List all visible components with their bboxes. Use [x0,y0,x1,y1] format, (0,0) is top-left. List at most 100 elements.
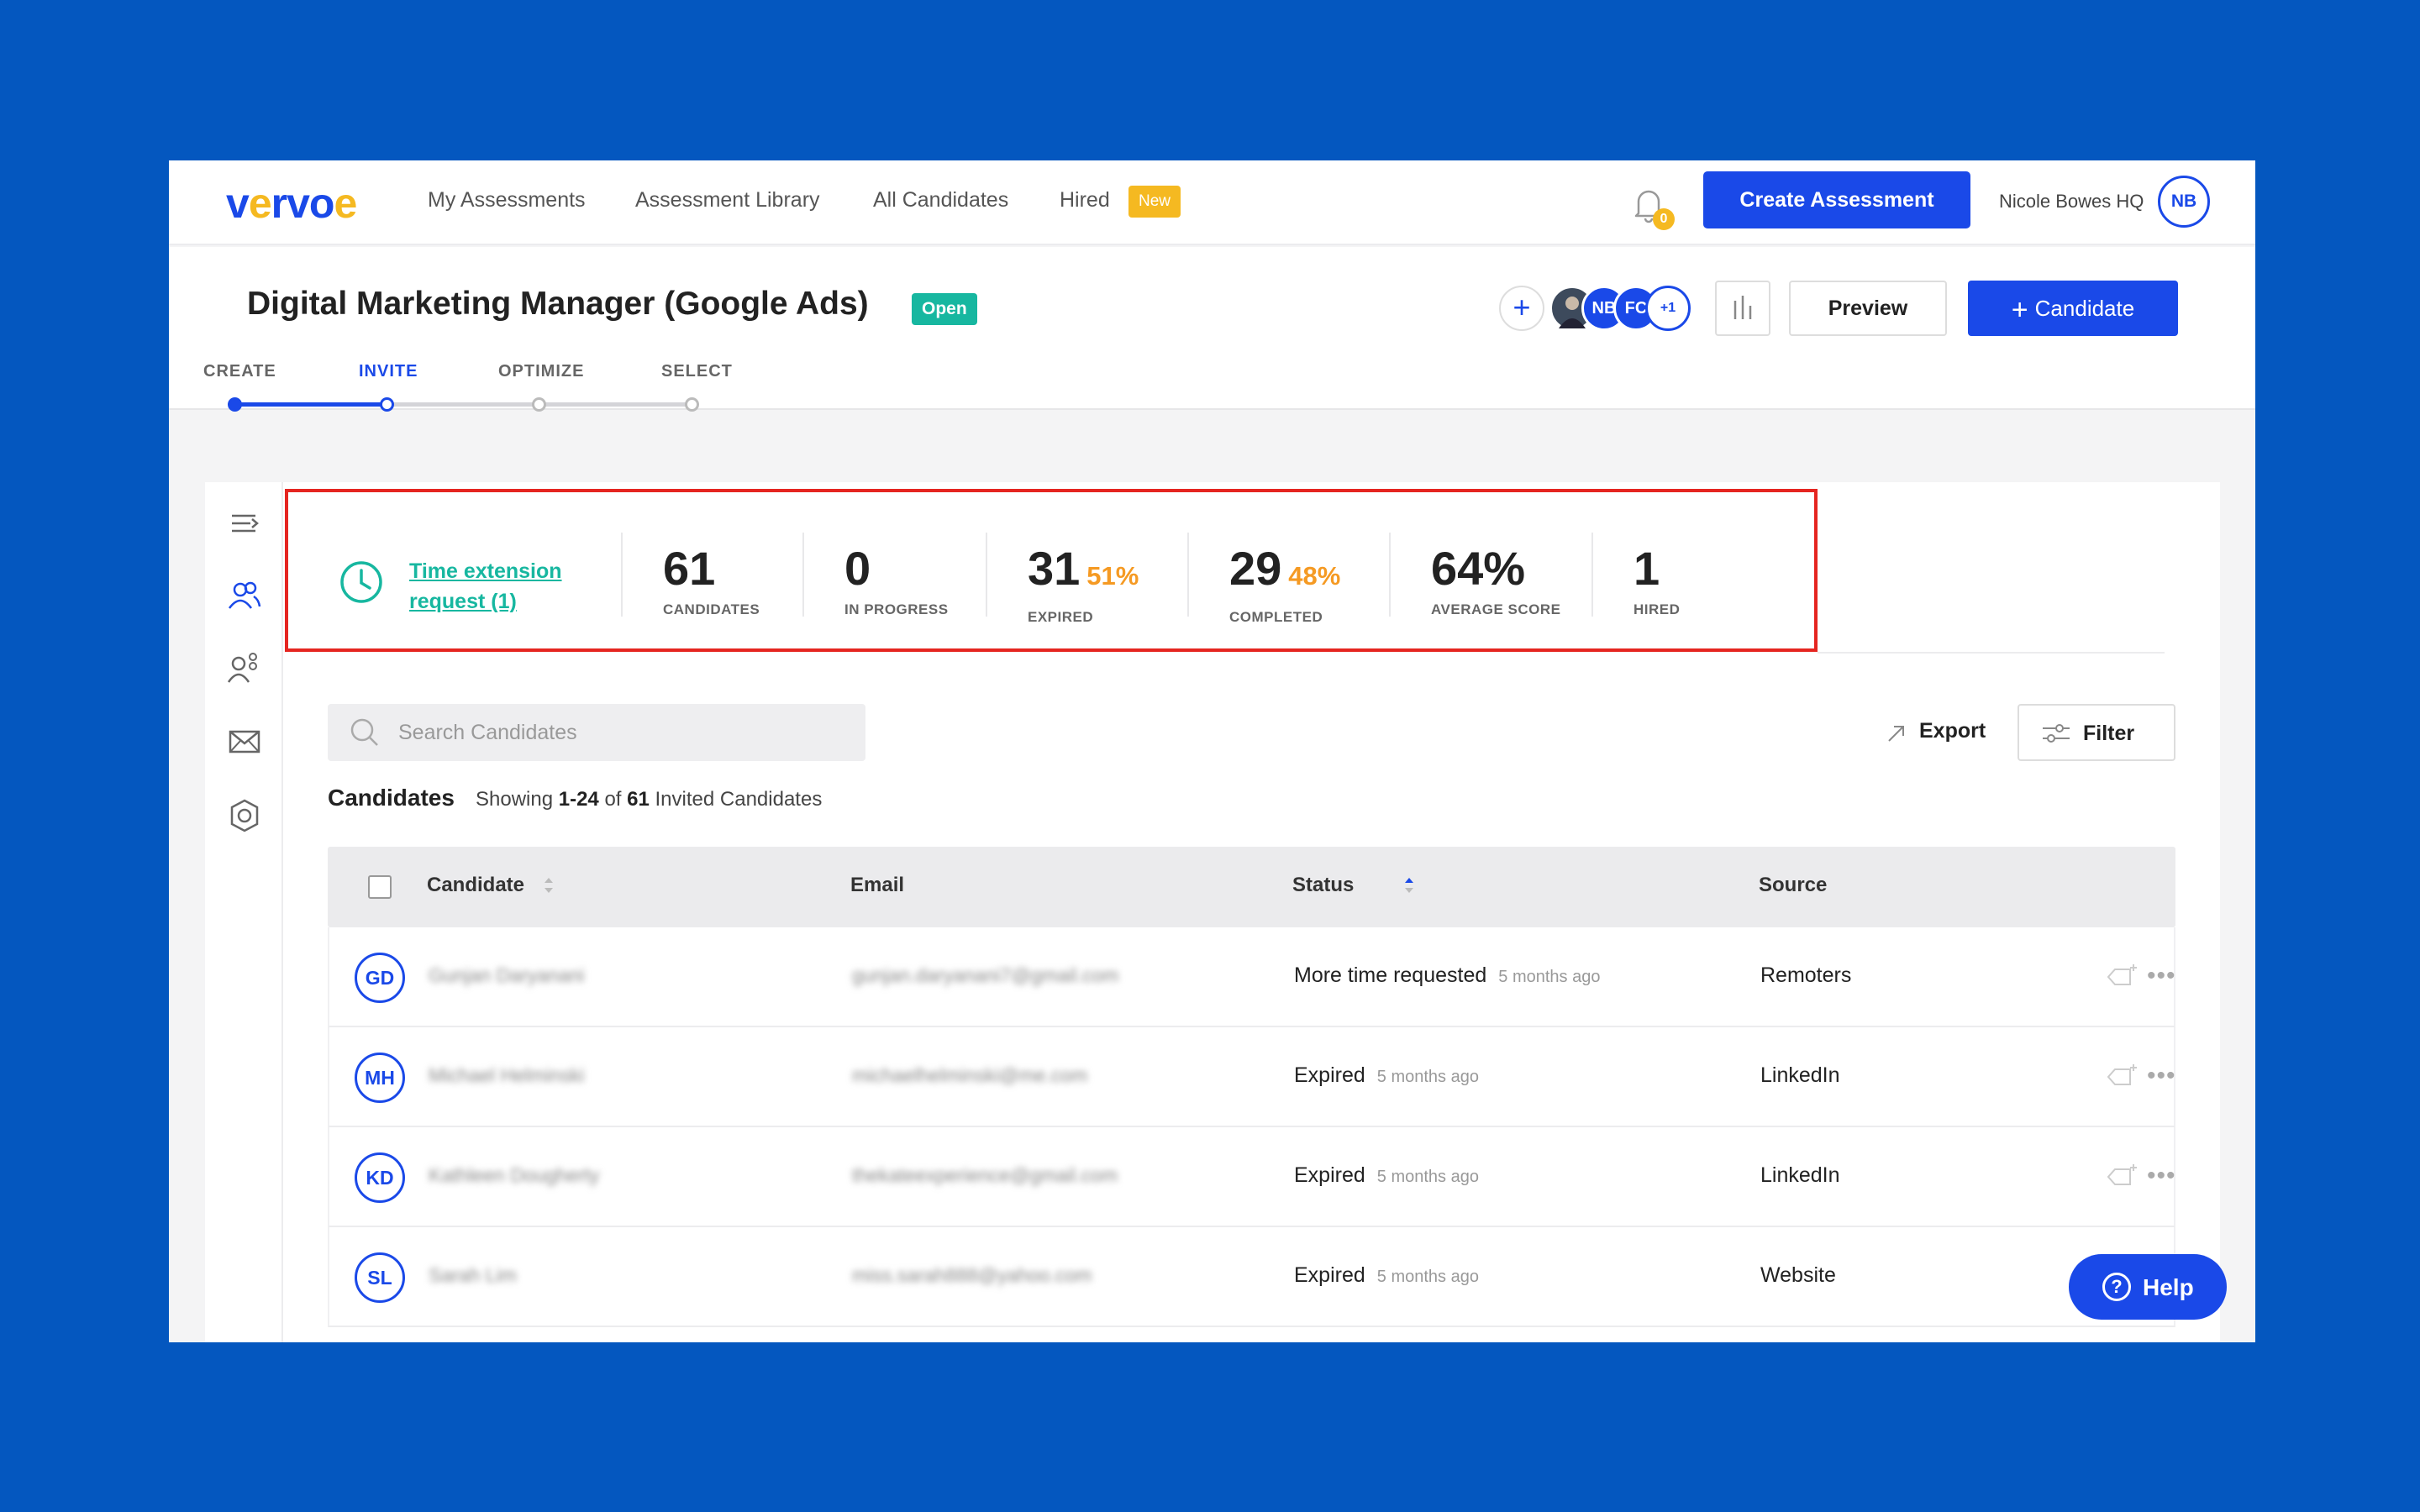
step-create[interactable]: CREATE [203,362,276,381]
stat-average-score[interactable]: 64% AVERAGE SCORE [1431,543,1561,618]
candidate-source: Website [1760,1263,1836,1287]
column-candidate[interactable]: Candidate [427,874,524,897]
collaborator-more[interactable]: +1 [1645,286,1691,331]
candidate-source: LinkedIn [1760,1163,1840,1187]
nav-assessment-library[interactable]: Assessment Library [635,188,820,213]
add-tag-icon[interactable] [2105,963,2139,988]
step-dot-invite[interactable] [380,397,394,412]
candidate-source: Remoters [1760,963,1852,987]
candidate-name[interactable]: Kathleen Dougherty [429,1164,599,1187]
stat-label: IN PROGRESS [844,601,949,617]
sort-ascending-icon[interactable] [1403,874,1415,896]
select-all-checkbox[interactable] [368,875,392,899]
table-row[interactable]: GD Gunjan Daryanani gunjan.daryanani7@gm… [328,927,2175,1027]
table-row[interactable]: KD Kathleen Dougherty thekateexperience@… [328,1127,2175,1227]
search-placeholder: Search Candidates [398,721,577,744]
user-name[interactable]: Nicole Bowes HQ [1999,191,2144,213]
stat-label: COMPLETED [1229,609,1323,625]
candidate-email: gunjan.daryanani7@gmail.com [852,964,1119,986]
candidate-name[interactable]: Sarah Lim [429,1264,517,1287]
divider [1187,533,1189,617]
stat-percent: 51% [1086,561,1139,591]
analytics-button[interactable] [1715,281,1770,336]
add-tag-icon[interactable] [2105,1063,2139,1088]
vervoe-logo[interactable]: vervoe [226,179,357,228]
assessment-header: Digital Marketing Manager (Google Ads) O… [169,247,2255,412]
column-source[interactable]: Source [1759,874,1827,897]
column-email[interactable]: Email [850,874,904,897]
nav-all-candidates[interactable]: All Candidates [873,188,1008,213]
divider [1818,652,2165,654]
stat-expired[interactable]: 31 51% EXPIRED [1028,543,1139,626]
step-dot-optimize[interactable] [532,397,546,412]
add-tag-icon[interactable] [2105,1163,2139,1188]
add-candidate-button[interactable]: + Candidate [1968,281,2178,336]
stat-value: 61 [663,542,716,595]
time-extension-link[interactable]: Time extension request (1) [409,556,602,617]
new-badge: New [1128,186,1181,218]
stat-label: EXPIRED [1028,609,1094,625]
team-ranking-icon[interactable] [227,650,262,685]
candidate-name[interactable]: Gunjan Daryanani [429,964,584,987]
showing-count: Showing 1-24 of 61 Invited Candidates [476,788,823,811]
app-window: vervoe My Assessments Assessment Library… [169,160,2255,1342]
filter-button[interactable]: Filter [2018,704,2175,761]
candidate-avatar[interactable]: SL [355,1252,405,1303]
table-row[interactable]: MH Michael Helminski michaelhelminski@me… [328,1027,2175,1127]
stat-value: 29 [1229,542,1282,595]
stat-completed[interactable]: 29 48% COMPLETED [1229,543,1340,626]
search-input[interactable]: Search Candidates [328,704,865,761]
add-collaborator-button[interactable]: + [1499,286,1544,331]
stat-hired[interactable]: 1 HIRED [1634,543,1680,618]
more-options-icon[interactable]: ••• [2147,1063,2176,1089]
step-dot-create[interactable] [228,397,242,412]
step-invite[interactable]: INVITE [359,362,418,381]
mail-icon[interactable] [227,724,262,759]
candidate-avatar[interactable]: MH [355,1053,405,1103]
column-status[interactable]: Status [1292,874,1354,897]
candidate-email: michaelhelminski@me.com [852,1064,1088,1086]
settings-icon[interactable] [227,798,262,833]
export-button[interactable]: Export [1919,719,1986,743]
stat-percent: 48% [1288,561,1341,591]
help-button[interactable]: ? Help [2069,1254,2227,1320]
question-icon: ? [2102,1273,2131,1301]
more-options-icon[interactable]: ••• [2147,1163,2176,1189]
progress-fill [236,402,389,407]
main-panel: Time extension request (1) 61 CANDIDATES… [205,482,2220,1342]
sort-neutral-icon[interactable] [543,874,555,896]
candidate-avatar[interactable]: KD [355,1152,405,1203]
table-row[interactable]: SL Sarah Lim miss.sarah888@yahoo.com Exp… [328,1227,2175,1327]
step-dot-select[interactable] [685,397,699,412]
candidates-icon[interactable] [227,578,262,613]
step-select[interactable]: SELECT [661,362,733,381]
nav-hired[interactable]: Hired [1060,188,1110,213]
notification-count: 0 [1653,208,1675,230]
create-assessment-button[interactable]: Create Assessment [1703,171,1970,228]
export-arrow-icon [1888,726,1904,742]
candidate-status: Expired 5 months ago [1294,1263,1479,1287]
stat-value: 64% [1431,542,1526,595]
status-badge: Open [912,293,977,325]
preview-button[interactable]: Preview [1789,281,1947,336]
stat-label: CANDIDATES [663,601,760,617]
stat-value: 31 [1028,542,1081,595]
divider [986,533,987,617]
page-title: Digital Marketing Manager (Google Ads) [247,286,869,322]
divider [1591,533,1593,617]
nav-my-assessments[interactable]: My Assessments [428,188,586,213]
step-optimize[interactable]: OPTIMIZE [498,362,584,381]
stat-in-progress[interactable]: 0 IN PROGRESS [844,543,949,618]
candidates-table: Candidate Email Status Source GD Gunjan … [328,847,2175,1327]
stat-candidates[interactable]: 61 CANDIDATES [663,543,760,618]
stat-value: 0 [844,542,871,595]
divider [621,533,623,617]
more-options-icon[interactable]: ••• [2147,963,2176,989]
candidate-status: Expired 5 months ago [1294,1063,1479,1087]
stat-value: 1 [1634,542,1660,595]
candidate-name[interactable]: Michael Helminski [429,1064,584,1087]
user-avatar[interactable]: NB [2158,176,2210,228]
sort-lines-icon[interactable] [227,506,262,541]
candidate-avatar[interactable]: GD [355,953,405,1003]
table-header: Candidate Email Status Source [328,847,2175,927]
